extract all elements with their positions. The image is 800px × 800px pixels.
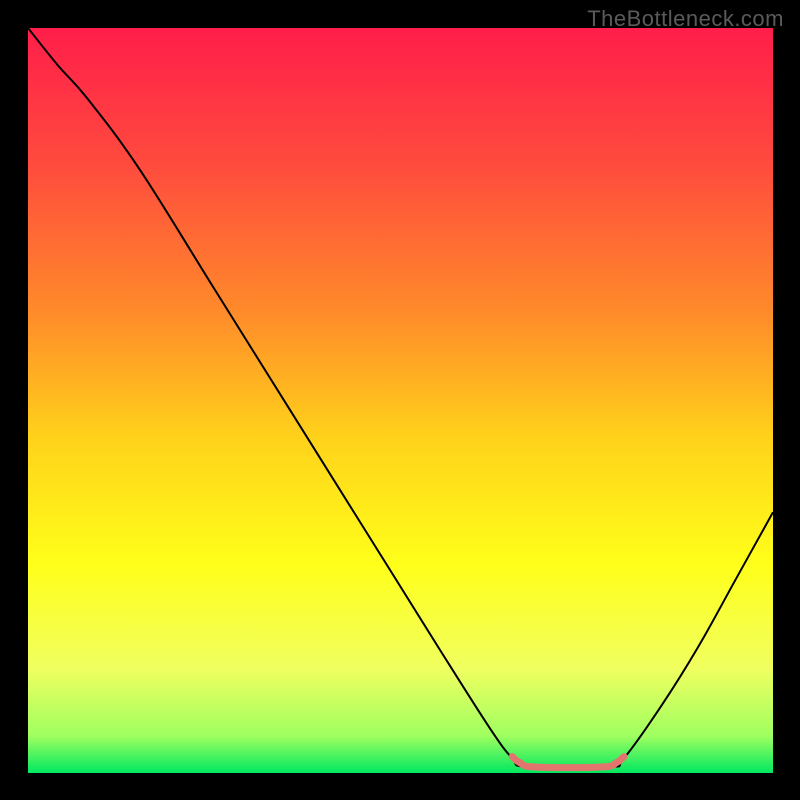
gradient-background xyxy=(28,28,773,773)
watermark-text: TheBottleneck.com xyxy=(587,6,784,32)
chart-svg xyxy=(28,28,773,773)
bottleneck-chart xyxy=(28,28,773,773)
